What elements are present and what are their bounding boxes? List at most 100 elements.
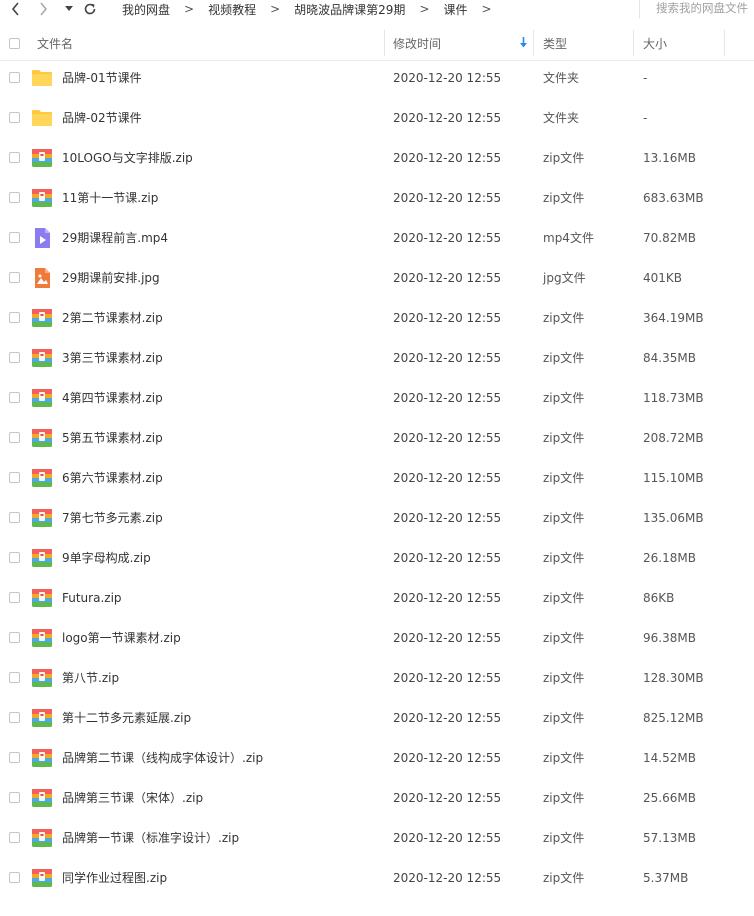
column-divider[interactable] — [633, 30, 634, 56]
file-name[interactable]: 5第五节课素材.zip — [62, 418, 163, 458]
file-row[interactable]: 同学作业过程图.zip 2020-12-20 12:55 zip文件 5.37MB — [0, 858, 754, 898]
row-checkbox[interactable] — [9, 752, 20, 763]
file-name[interactable]: 品牌第三节课（宋体）.zip — [62, 778, 203, 818]
file-name[interactable]: 第八节.zip — [62, 658, 119, 698]
file-name[interactable]: 6第六节课素材.zip — [62, 458, 163, 498]
row-checkbox[interactable] — [9, 712, 20, 723]
column-divider[interactable] — [384, 30, 385, 56]
file-type: zip文件 — [543, 191, 585, 205]
file-size: 401KB — [643, 271, 683, 285]
row-checkbox[interactable] — [9, 352, 20, 363]
file-name[interactable]: 29期课前安排.jpg — [62, 258, 160, 298]
column-header-size[interactable]: 大小 — [643, 26, 667, 60]
breadcrumb-item-video-tutorials[interactable]: 视频教程 — [208, 1, 256, 18]
file-row[interactable]: 4第四节课素材.zip 2020-12-20 12:55 zip文件 118.73MB — [0, 378, 754, 418]
column-divider[interactable] — [724, 30, 725, 56]
file-name[interactable]: 品牌第二节课（线构成字体设计）.zip — [62, 738, 263, 778]
back-button[interactable] — [8, 0, 22, 18]
row-checkbox[interactable] — [9, 272, 20, 283]
file-row[interactable]: 品牌第三节课（宋体）.zip 2020-12-20 12:55 zip文件 25.66… — [0, 778, 754, 818]
file-name[interactable]: 29期课程前言.mp4 — [62, 218, 168, 258]
row-checkbox[interactable] — [9, 512, 20, 523]
file-row[interactable]: 品牌-01节课件 2020-12-20 12:55 文件夹 - — [0, 58, 754, 98]
file-size: 825.12MB — [643, 711, 704, 725]
refresh-button[interactable] — [82, 0, 98, 18]
file-name[interactable]: Futura.zip — [62, 578, 122, 618]
row-checkbox[interactable] — [9, 552, 20, 563]
file-name[interactable]: 第十二节多元素延展.zip — [62, 698, 191, 738]
file-modified-time: 2020-12-20 12:55 — [393, 71, 502, 85]
row-checkbox[interactable] — [9, 232, 20, 243]
file-row[interactable]: 10LOGO与文字排版.zip 2020-12-20 12:55 zip文件 13.1… — [0, 138, 754, 178]
select-all-checkbox[interactable] — [9, 37, 20, 49]
file-name[interactable]: 9单字母构成.zip — [62, 538, 151, 578]
zip-icon — [31, 388, 53, 408]
sort-descending-icon[interactable] — [519, 37, 528, 48]
file-modified-time: 2020-12-20 12:55 — [393, 871, 502, 885]
file-row[interactable]: 11第十一节课.zip 2020-12-20 12:55 zip文件 683.63MB — [0, 178, 754, 218]
row-checkbox[interactable] — [9, 832, 20, 843]
file-name[interactable]: logo第一节课素材.zip — [62, 618, 181, 658]
file-row[interactable]: 6第六节课素材.zip 2020-12-20 12:55 zip文件 115.10MB — [0, 458, 754, 498]
file-name[interactable]: 3第三节课素材.zip — [62, 338, 163, 378]
file-name[interactable]: 品牌第一节课（标准字设计）.zip — [62, 818, 239, 858]
row-checkbox[interactable] — [9, 72, 20, 83]
file-name[interactable]: 7第七节多元素.zip — [62, 498, 163, 538]
search-input[interactable] — [640, 0, 754, 16]
file-row[interactable]: 5第五节课素材.zip 2020-12-20 12:55 zip文件 208.72MB — [0, 418, 754, 458]
file-row[interactable]: 9单字母构成.zip 2020-12-20 12:55 zip文件 26.18MB — [0, 538, 754, 578]
row-checkbox[interactable] — [9, 792, 20, 803]
file-row[interactable]: 3第三节课素材.zip 2020-12-20 12:55 zip文件 84.35MB — [0, 338, 754, 378]
file-size: 26.18MB — [643, 551, 696, 565]
row-checkbox[interactable] — [9, 432, 20, 443]
file-row[interactable]: logo第一节课素材.zip 2020-12-20 12:55 zip文件 96.38… — [0, 618, 754, 658]
file-row[interactable]: 第十二节多元素延展.zip 2020-12-20 12:55 zip文件 825.12… — [0, 698, 754, 738]
file-type: zip文件 — [543, 711, 585, 725]
breadcrumb-separator: > — [419, 2, 430, 16]
file-row[interactable]: 29期课前安排.jpg 2020-12-20 12:55 jpg文件 401KB — [0, 258, 754, 298]
column-divider[interactable] — [533, 30, 534, 56]
row-checkbox[interactable] — [9, 632, 20, 643]
row-checkbox[interactable] — [9, 152, 20, 163]
breadcrumb-separator: > — [184, 2, 195, 16]
column-header-type[interactable]: 类型 — [543, 26, 567, 60]
row-checkbox[interactable] — [9, 592, 20, 603]
file-size: 25.66MB — [643, 791, 696, 805]
file-size: 86KB — [643, 591, 675, 605]
zip-icon — [31, 868, 53, 888]
row-checkbox[interactable] — [9, 392, 20, 403]
zip-icon — [31, 188, 53, 208]
forward-button[interactable] — [36, 0, 50, 18]
row-checkbox[interactable] — [9, 192, 20, 203]
file-row[interactable]: Futura.zip 2020-12-20 12:55 zip文件 86KB — [0, 578, 754, 618]
file-name[interactable]: 4第四节课素材.zip — [62, 378, 163, 418]
file-row[interactable]: 7第七节多元素.zip 2020-12-20 12:55 zip文件 135.06MB — [0, 498, 754, 538]
file-row[interactable]: 29期课程前言.mp4 2020-12-20 12:55 mp4文件 70.82MB — [0, 218, 754, 258]
zip-icon — [31, 508, 53, 528]
zip-icon — [31, 788, 53, 808]
breadcrumb-item-my-disk[interactable]: 我的网盘 — [122, 1, 170, 18]
file-name[interactable]: 2第二节课素材.zip — [62, 298, 163, 338]
file-name[interactable]: 品牌-02节课件 — [62, 98, 142, 138]
column-header-name[interactable]: 文件名 — [37, 26, 73, 60]
file-name[interactable]: 同学作业过程图.zip — [62, 858, 167, 898]
breadcrumb-item-course[interactable]: 胡晓波品牌课第29期 — [294, 1, 405, 18]
row-checkbox[interactable] — [9, 312, 20, 323]
file-size: - — [643, 111, 648, 125]
row-checkbox[interactable] — [9, 472, 20, 483]
row-checkbox[interactable] — [9, 672, 20, 683]
file-name[interactable]: 11第十一节课.zip — [62, 178, 158, 218]
history-dropdown-button[interactable] — [64, 0, 74, 18]
row-checkbox[interactable] — [9, 872, 20, 883]
breadcrumb-item-courseware[interactable]: 课件 — [444, 1, 468, 18]
file-row[interactable]: 品牌第二节课（线构成字体设计）.zip 2020-12-20 12:55 zip文件… — [0, 738, 754, 778]
file-row[interactable]: 品牌-02节课件 2020-12-20 12:55 文件夹 - — [0, 98, 754, 138]
file-name[interactable]: 10LOGO与文字排版.zip — [62, 138, 193, 178]
file-name[interactable]: 品牌-01节课件 — [62, 58, 142, 98]
file-row[interactable]: 品牌第一节课（标准字设计）.zip 2020-12-20 12:55 zip文件 57… — [0, 818, 754, 858]
row-checkbox[interactable] — [9, 112, 20, 123]
file-row[interactable]: 第八节.zip 2020-12-20 12:55 zip文件 128.30MB — [0, 658, 754, 698]
column-header-modified[interactable]: 修改时间 — [393, 26, 441, 60]
zip-icon — [31, 428, 53, 448]
file-row[interactable]: 2第二节课素材.zip 2020-12-20 12:55 zip文件 364.19MB — [0, 298, 754, 338]
